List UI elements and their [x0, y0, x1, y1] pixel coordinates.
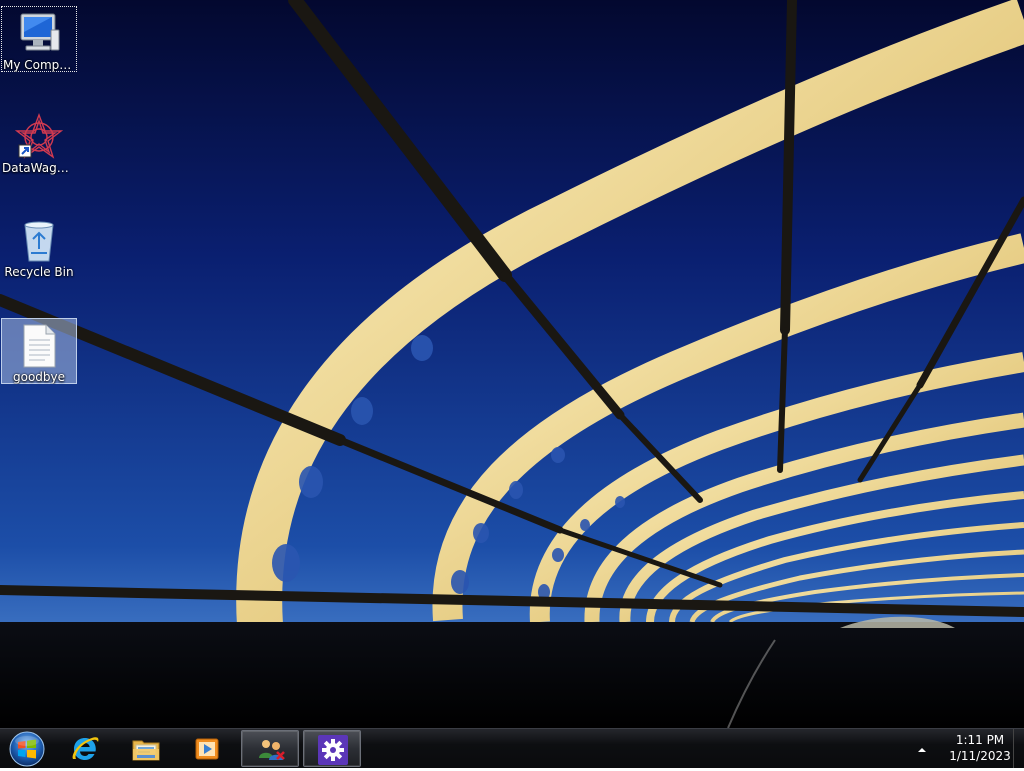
- taskbar-network-users[interactable]: [241, 730, 299, 767]
- recycle-bin-icon: [24, 221, 54, 262]
- system-tray: 1:11 PM 1/11/2023: [914, 729, 1024, 769]
- show-desktop-button[interactable]: [1013, 729, 1024, 768]
- taskbar-clock[interactable]: 1:11 PM 1/11/2023: [940, 732, 1020, 764]
- text-file-icon: [23, 324, 56, 368]
- desktop-icon-recycle-bin[interactable]: Recycle Bin: [1, 214, 77, 280]
- datawagon-shortcut-icon: [15, 113, 63, 159]
- taskbar-media-player[interactable]: [178, 730, 236, 767]
- desktop-icon-label: goodbye: [12, 370, 66, 384]
- desktop-icon-datawagon[interactable]: DataWagon...: [1, 110, 77, 176]
- taskbar-internet-explorer[interactable]: [56, 730, 114, 767]
- desktop-icon-label: DataWagon...: [2, 161, 77, 175]
- desktop-icon-label: My Computer: [3, 58, 76, 72]
- desktop-icon-my-computer[interactable]: My Computer: [1, 6, 77, 72]
- desktop[interactable]: My Computer DataWagon... Recycle Bin goo…: [0, 0, 1024, 728]
- network-users-icon: [259, 740, 285, 760]
- bridge-wallpaper: [0, 0, 1024, 728]
- settings-gear-icon: [318, 735, 348, 765]
- file-explorer-icon: [132, 740, 160, 761]
- internet-explorer-icon: [72, 737, 99, 760]
- windows-start-orb-icon: [9, 731, 45, 767]
- taskbar-settings[interactable]: [303, 730, 361, 767]
- start-button[interactable]: [4, 730, 50, 767]
- clock-date: 1/11/2023: [949, 749, 1011, 763]
- desktop-icon-label: Recycle Bin: [4, 265, 74, 279]
- taskbar: 1:11 PM 1/11/2023: [0, 728, 1024, 768]
- taskbar-file-explorer[interactable]: [117, 730, 175, 767]
- media-player-icon: [195, 738, 219, 760]
- clock-time: 1:11 PM: [955, 733, 1005, 747]
- show-hidden-icons-arrow-icon: [918, 748, 926, 752]
- show-hidden-icons-button[interactable]: [914, 742, 930, 756]
- computer-icon: [20, 13, 60, 51]
- desktop-icon-goodbye[interactable]: goodbye: [1, 318, 77, 384]
